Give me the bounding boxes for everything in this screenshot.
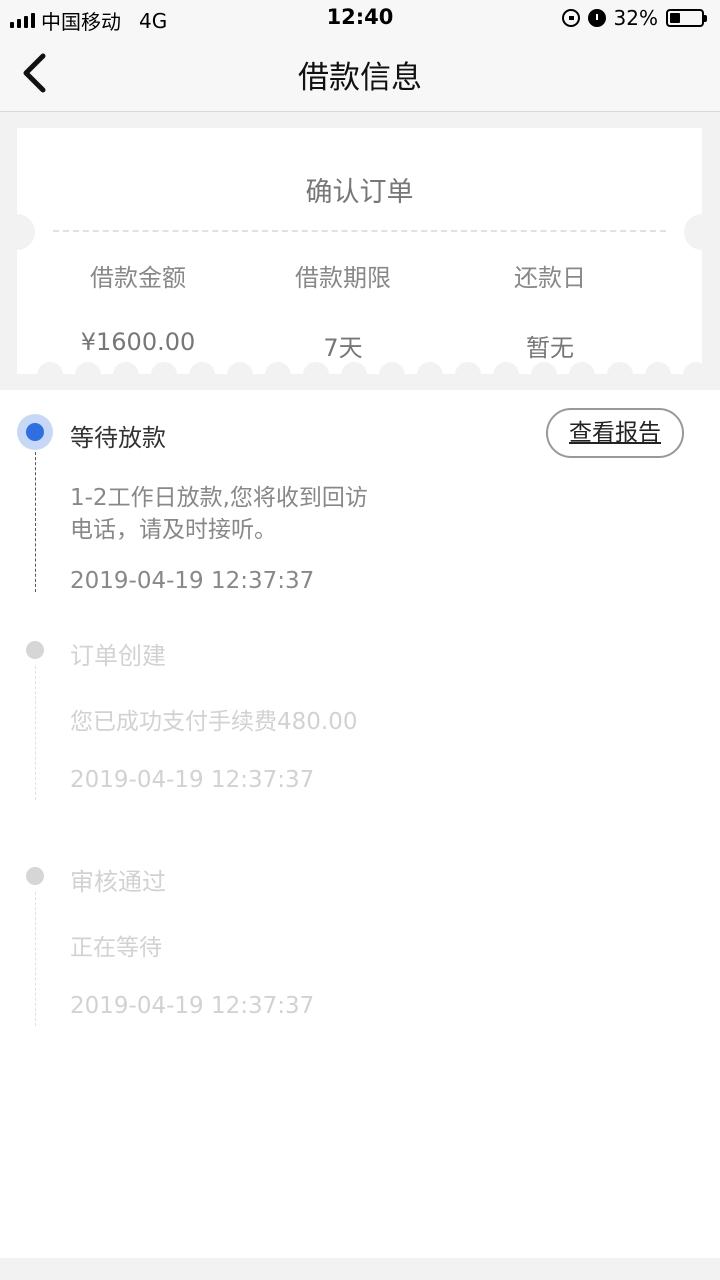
step-indicator-active [17, 414, 53, 450]
step-description: 1-2工作日放款,您将收到回访 电话，请及时接听。 [70, 482, 410, 546]
ticket-divider [53, 230, 666, 232]
scallop [113, 362, 139, 388]
scallop [75, 362, 101, 388]
step-title: 订单创建 [70, 642, 166, 670]
step-time: 2019-04-19 12:37:37 [70, 568, 315, 594]
order-ticket: 确认订单 借款金额 借款期限 还款日 ¥1600.00 7天 暂无 [0, 128, 720, 388]
step-indicator [26, 867, 44, 885]
scallop [531, 362, 557, 388]
view-report-button[interactable]: 查看报告 [546, 408, 684, 458]
scallop [265, 362, 291, 388]
scallop [455, 362, 481, 388]
loan-term-label: 借款期限 [295, 264, 391, 292]
ticket-title: 确认订单 [305, 177, 414, 208]
scallop [303, 362, 329, 388]
loan-term-value: 7天 [323, 334, 363, 362]
scallop [37, 362, 63, 388]
scallop [227, 362, 253, 388]
scallop [341, 362, 367, 388]
scallop [569, 362, 595, 388]
scallop [493, 362, 519, 388]
step-title: 审核通过 [70, 868, 166, 896]
loan-amount-label: 借款金额 [90, 264, 186, 292]
ticket-scallop-edge [17, 362, 709, 388]
step-dot [26, 423, 44, 441]
alarm-icon [587, 9, 606, 27]
step-description-line: 电话，请及时接听。 [70, 517, 277, 543]
repay-date-label: 还款日 [514, 264, 586, 292]
step-time: 2019-04-19 12:37:37 [70, 767, 315, 793]
bottom-strip [0, 1258, 720, 1280]
ticket-notch-right [684, 214, 720, 250]
scallop [151, 362, 177, 388]
step-description: 您已成功支付手续费480.00 [70, 709, 358, 735]
loan-amount-value: ¥1600.00 [80, 328, 196, 356]
scallop [379, 362, 405, 388]
order-summary-band: 确认订单 借款金额 借款期限 还款日 ¥1600.00 7天 暂无 [0, 112, 720, 390]
page-title: 借款信息 [298, 60, 422, 96]
scallop [683, 362, 709, 388]
status-bar: 中国移动 4G 12:40 32% [0, 0, 720, 36]
battery-level [670, 13, 680, 23]
nav-bar: 借款信息 [0, 36, 720, 112]
step-description: 正在等待 [70, 935, 162, 961]
status-right: 32% [561, 6, 707, 30]
repay-date-value: 暂无 [526, 334, 574, 362]
step-time: 2019-04-19 12:37:37 [70, 993, 315, 1019]
scallop [645, 362, 671, 388]
timeline-connector [35, 892, 36, 1026]
scallop [189, 362, 215, 388]
battery-percent: 32% [613, 6, 658, 30]
step-title: 等待放款 [70, 424, 166, 452]
timeline-connector [35, 666, 36, 800]
scallop [417, 362, 443, 388]
rotation-lock-icon [561, 9, 580, 27]
scallop [607, 362, 633, 388]
battery-icon [666, 9, 707, 27]
timeline-connector [35, 452, 36, 592]
step-description-line: 1-2工作日放款,您将收到回访 [70, 485, 368, 511]
ticket-notch-left [0, 214, 35, 250]
step-indicator [26, 641, 44, 659]
